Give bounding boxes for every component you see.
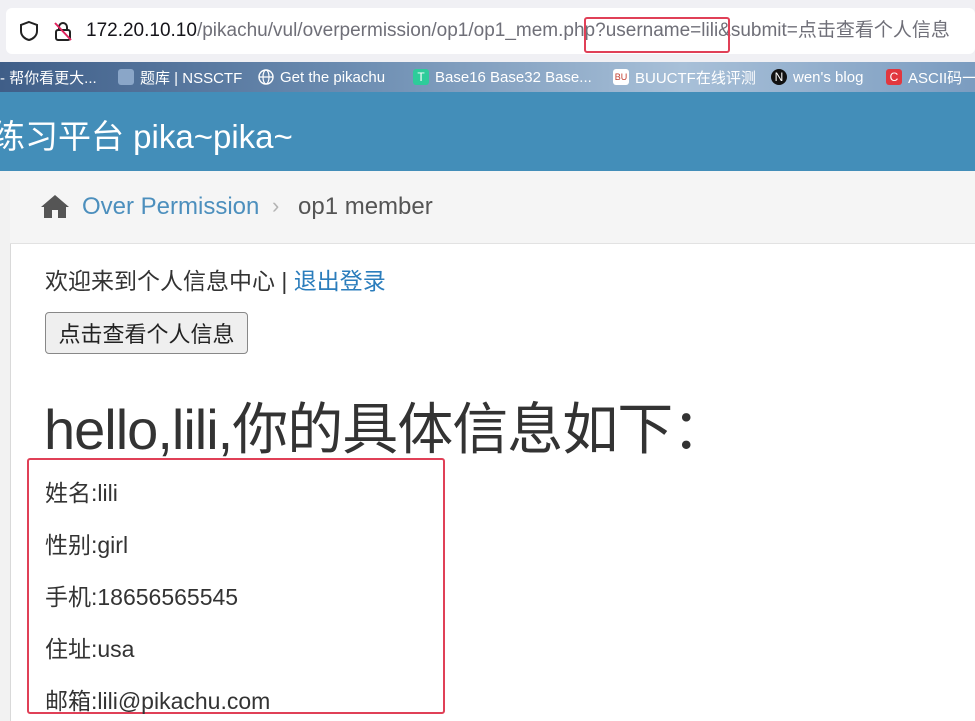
breadcrumb-over-permission[interactable]: Over Permission (82, 193, 259, 221)
logout-link[interactable]: 退出登录 (294, 268, 386, 294)
n-icon: N (771, 69, 787, 85)
info-label: 性别: (45, 532, 98, 558)
info-value: lili (97, 480, 118, 506)
greeting-heading: hello,lili,你的具体信息如下： (44, 398, 728, 461)
bookmark-label: Get the pikachu (280, 68, 386, 86)
t-icon: T (413, 69, 429, 85)
bookmark-item[interactable]: Nwen's blog (771, 66, 863, 88)
bookmark-item[interactable]: 题库 | NSSCTF (118, 66, 242, 88)
insecure-lock-icon[interactable] (52, 20, 74, 42)
bookmark-label: BUUCTF在线评测 (635, 69, 756, 87)
info-gender: 性别:girl (45, 526, 128, 560)
c-icon: C (886, 69, 902, 85)
info-label: 手机: (45, 584, 98, 610)
bookmark-item[interactable]: C ASCII码一 (886, 66, 975, 88)
bookmark-item[interactable]: Get the pikachu (258, 66, 385, 88)
info-email: 邮箱:lili@pikachu.com (45, 682, 270, 716)
info-value: usa (97, 636, 135, 662)
bookmark-label: Base16 Base32 Base... (435, 68, 592, 86)
info-value: lili@pikachu.com (97, 688, 271, 714)
url-host: 172.20.10.10 (86, 20, 197, 41)
info-label: 邮箱: (45, 688, 98, 714)
welcome-line: 欢迎来到个人信息中心 | 退出登录 (45, 262, 386, 296)
url-highlight-box (584, 17, 730, 53)
bookmark-item[interactable]: - 帮你看更大... (0, 66, 97, 88)
info-name: 姓名:lili (45, 474, 118, 508)
info-phone: 手机:18656565545 (45, 578, 238, 612)
bookmark-item[interactable]: T Base16 Base32 Base... (413, 66, 592, 88)
bookmark-item[interactable]: BU BUUCTF在线评测 (613, 66, 756, 88)
globe-icon (258, 69, 274, 85)
bookmark-label: 题库 | NSSCTF (140, 69, 243, 87)
breadcrumb: Over Permission › op1 member (10, 171, 975, 244)
bookmark-label: - 帮你看更大... (0, 69, 97, 87)
url-path: /pikachu/vul/overpermission/op1/op1_mem.… (196, 20, 596, 41)
top-navbar: 练习平台 pika~pika~ (0, 92, 975, 171)
shield-icon[interactable] (18, 20, 40, 42)
info-label: 住址: (45, 636, 98, 662)
sidebar-edge (0, 171, 11, 721)
url-field[interactable]: 172.20.10.10/pikachu/vul/overpermission/… (6, 8, 975, 54)
home-icon (41, 195, 69, 218)
view-info-button[interactable]: 点击查看个人信息 (45, 312, 248, 354)
address-bar: 172.20.10.10/pikachu/vul/overpermission/… (0, 0, 975, 62)
site-brand[interactable]: 练习平台 pika~pika~ (0, 110, 293, 158)
buuctf-icon: BU (613, 69, 629, 85)
info-label: 姓名: (45, 480, 98, 506)
bookmarks-bar: - 帮你看更大... 题库 | NSSCTF Get the pikachu T… (0, 62, 975, 92)
info-value: 18656565545 (97, 584, 239, 610)
url-query-submit: submit=点击查看个人信息 (730, 20, 950, 41)
bookmark-label: ASCII码一 (908, 69, 975, 87)
nssctf-icon (118, 69, 134, 85)
bookmark-label: wen's blog (793, 68, 864, 86)
divider: | (281, 268, 288, 294)
breadcrumb-current: op1 member (298, 193, 433, 220)
welcome-text: 欢迎来到个人信息中心 (45, 268, 275, 294)
info-address: 住址:usa (45, 630, 134, 664)
info-value: girl (97, 532, 129, 558)
url-text[interactable]: 172.20.10.10/pikachu/vul/overpermission/… (86, 18, 950, 44)
breadcrumb-separator: › (272, 193, 280, 218)
